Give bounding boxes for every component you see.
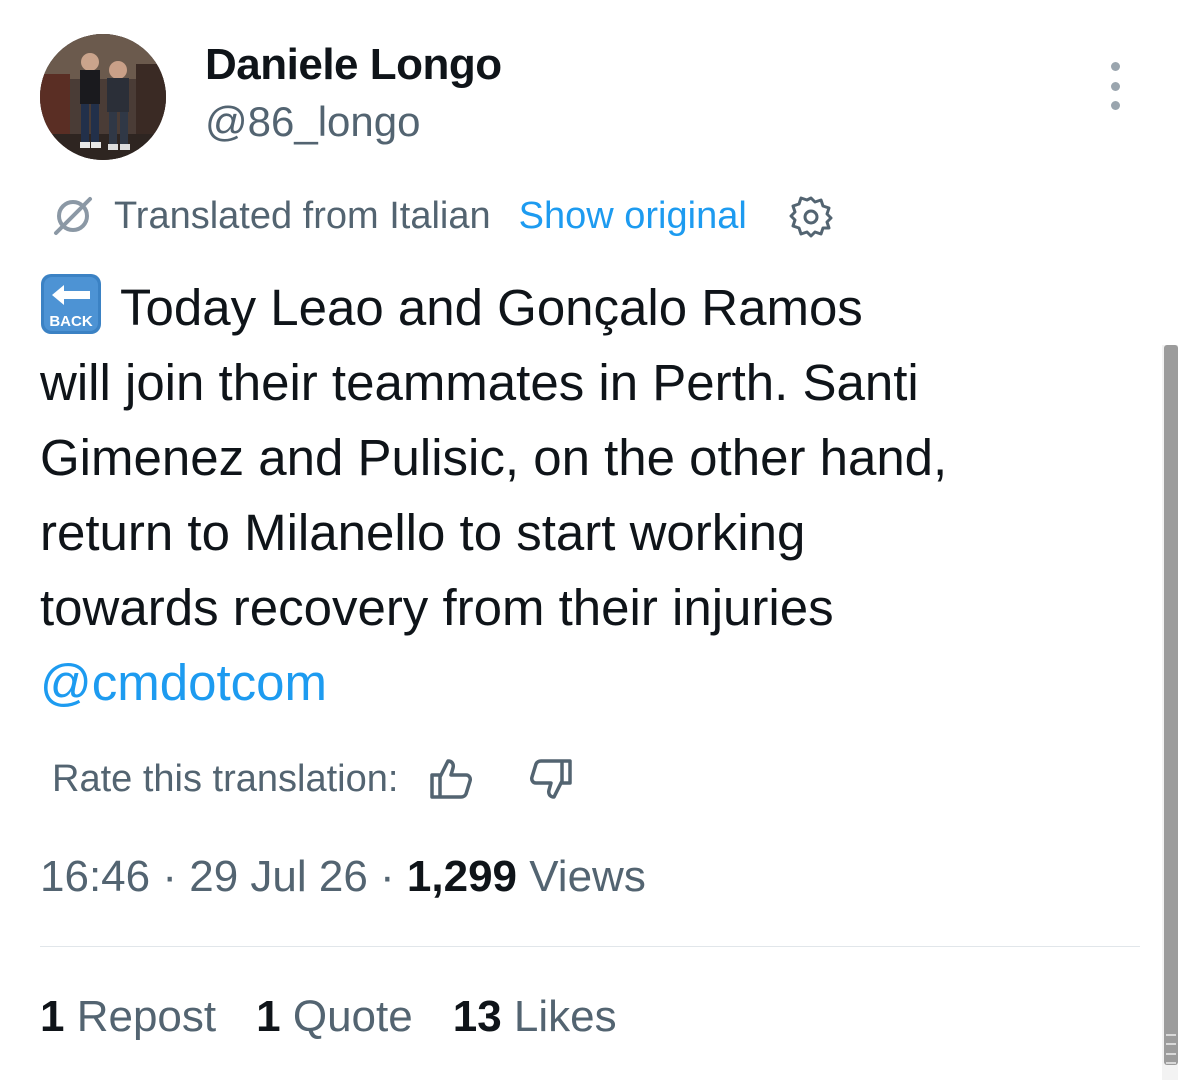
tweet-time[interactable]: 16:46: [40, 852, 150, 901]
meta-separator: ·: [150, 852, 190, 901]
tweet-line: Gimenez and Pulisic, on the other hand,: [40, 429, 948, 486]
likes-label: Likes: [513, 992, 617, 1041]
translation-notice-row: Translated from Italian Show original: [52, 192, 833, 240]
tweet-line: towards recovery from their injuries: [40, 579, 834, 636]
engagement-stats: 1 Repost 1 Quote 13 Likes: [40, 992, 657, 1042]
divider: [40, 946, 1140, 947]
mention-link[interactable]: @cmdotcom: [40, 645, 1130, 720]
translated-from-label: Translated from Italian: [114, 194, 491, 237]
rate-translation-row: Rate this translation:: [52, 752, 576, 806]
thumb-down-icon[interactable]: [528, 755, 576, 803]
views-count: 1,299: [406, 852, 518, 901]
quotes-count: 1: [256, 992, 281, 1041]
tweet-line: BACK Today Leao and Gonçalo Ramos: [40, 270, 1130, 345]
tweet-meta: 16:46 · 29 Jul 26 · 1,299 Views: [40, 852, 646, 902]
rate-translation-label: Rate this translation:: [52, 757, 399, 800]
more-vertical-icon: [1110, 62, 1120, 71]
author-handle[interactable]: @86_longo: [205, 98, 420, 146]
scrollbar-grip-icon: [1166, 1034, 1176, 1064]
meta-separator: ·: [367, 852, 407, 901]
quotes-label: Quote: [292, 992, 413, 1041]
scrollbar-thumb[interactable]: [1164, 345, 1178, 1065]
show-original-link[interactable]: Show original: [519, 195, 747, 238]
thumb-up-icon[interactable]: [426, 755, 474, 803]
likes-stat[interactable]: 13 Likes: [453, 992, 617, 1042]
more-dot: [1110, 81, 1120, 91]
emoji-text: BACK: [49, 313, 92, 330]
tweet-text: BACK Today Leao and Gonçalo Ramos will j…: [40, 270, 1130, 720]
avatar[interactable]: [40, 34, 166, 160]
back-arrow-emoji-icon: BACK: [41, 274, 101, 334]
reposts-stat[interactable]: 1 Repost: [40, 992, 216, 1042]
gear-icon[interactable]: [789, 194, 833, 238]
avatar-photo: [40, 34, 166, 160]
tweet-date[interactable]: 29 Jul 26: [189, 852, 368, 901]
tweet-detail: Daniele Longo @86_longo Translated from …: [0, 0, 1178, 1080]
views-label: Views: [517, 852, 646, 901]
likes-count: 13: [452, 992, 502, 1041]
tweet-line: will join their teammates in Perth. Sant…: [40, 354, 919, 411]
translate-icon: [54, 197, 92, 235]
quotes-stat[interactable]: 1 Quote: [256, 992, 413, 1042]
tweet-line-text: Today Leao and Gonçalo Ramos: [120, 279, 863, 336]
tweet-line: return to Milanello to start working: [40, 504, 806, 561]
author-display-name[interactable]: Daniele Longo: [205, 40, 502, 90]
more-options-button[interactable]: [1098, 62, 1132, 110]
reposts-label: Repost: [76, 992, 217, 1041]
more-dot: [1110, 101, 1120, 110]
reposts-count: 1: [40, 992, 65, 1041]
